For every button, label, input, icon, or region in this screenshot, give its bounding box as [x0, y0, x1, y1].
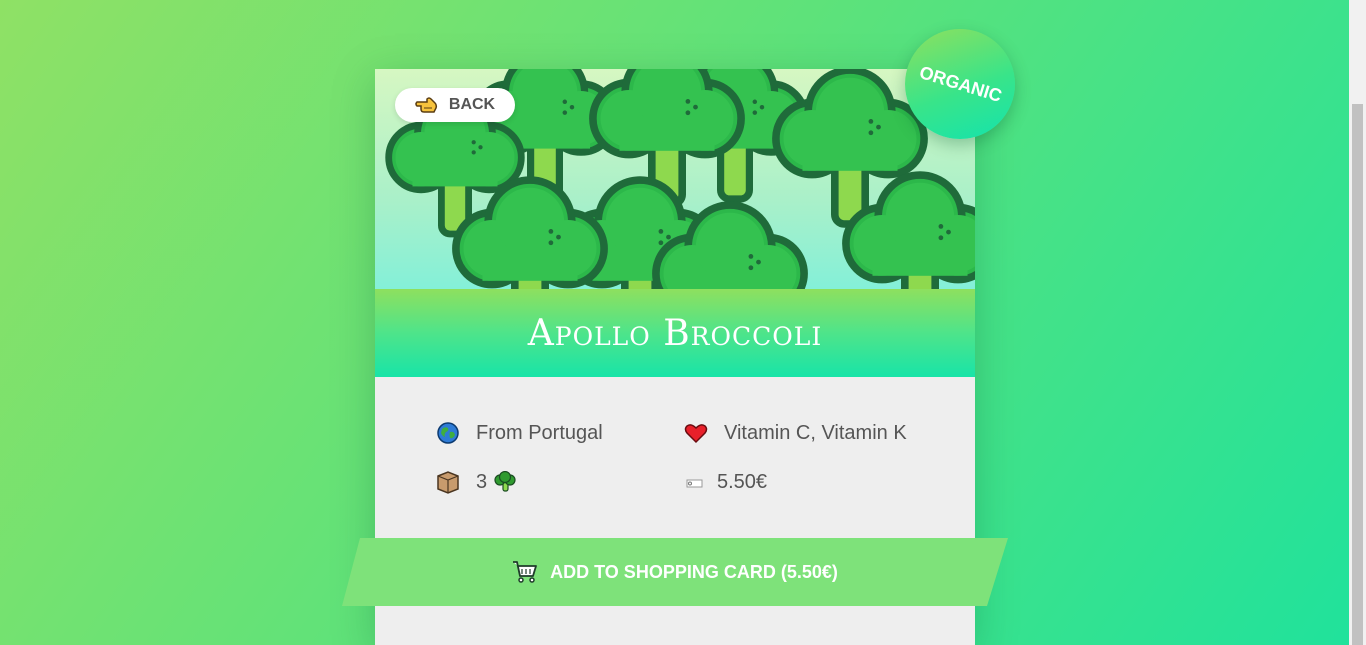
scrollbar-thumb[interactable] [1352, 104, 1363, 645]
product-title: Apollo Broccoli [527, 312, 823, 354]
broccoli-icon [493, 470, 517, 494]
add-to-cart-button[interactable]: ADD TO SHOPPING CARD (5.50€) [342, 538, 1008, 606]
price-tag-icon [682, 470, 706, 494]
badge-label: ORGANIC [916, 61, 1004, 106]
organic-badge: ORGANIC [905, 29, 1015, 139]
quantity-text: 3 [476, 470, 488, 493]
vitamins-info: Vitamin C, Vitamin K [684, 421, 907, 445]
vitamins-text: Vitamin C, Vitamin K [724, 421, 907, 444]
back-label: BACK [448, 96, 496, 113]
add-to-cart-label: ADD TO SHOPPING CARD (5.50€) [550, 561, 838, 582]
heart-icon [684, 421, 708, 445]
globe-icon [436, 421, 460, 445]
product-hero-image: BACK [375, 69, 975, 289]
back-button[interactable]: BACK [395, 88, 515, 122]
origin-text: From Portugal [476, 421, 603, 444]
pointing-hand-icon [415, 96, 439, 114]
origin-info: From Portugal [436, 421, 603, 445]
shopping-cart-icon [512, 560, 538, 584]
title-band: Apollo Broccoli [375, 289, 975, 377]
page-scrollbar[interactable] [1349, 0, 1366, 645]
box-icon [436, 470, 460, 494]
price-info: 5.50€ [682, 470, 767, 494]
quantity-info: 3 [436, 470, 517, 494]
add-to-cart-content[interactable]: ADD TO SHOPPING CARD (5.50€) [342, 538, 1008, 606]
price-text: 5.50€ [717, 470, 768, 493]
